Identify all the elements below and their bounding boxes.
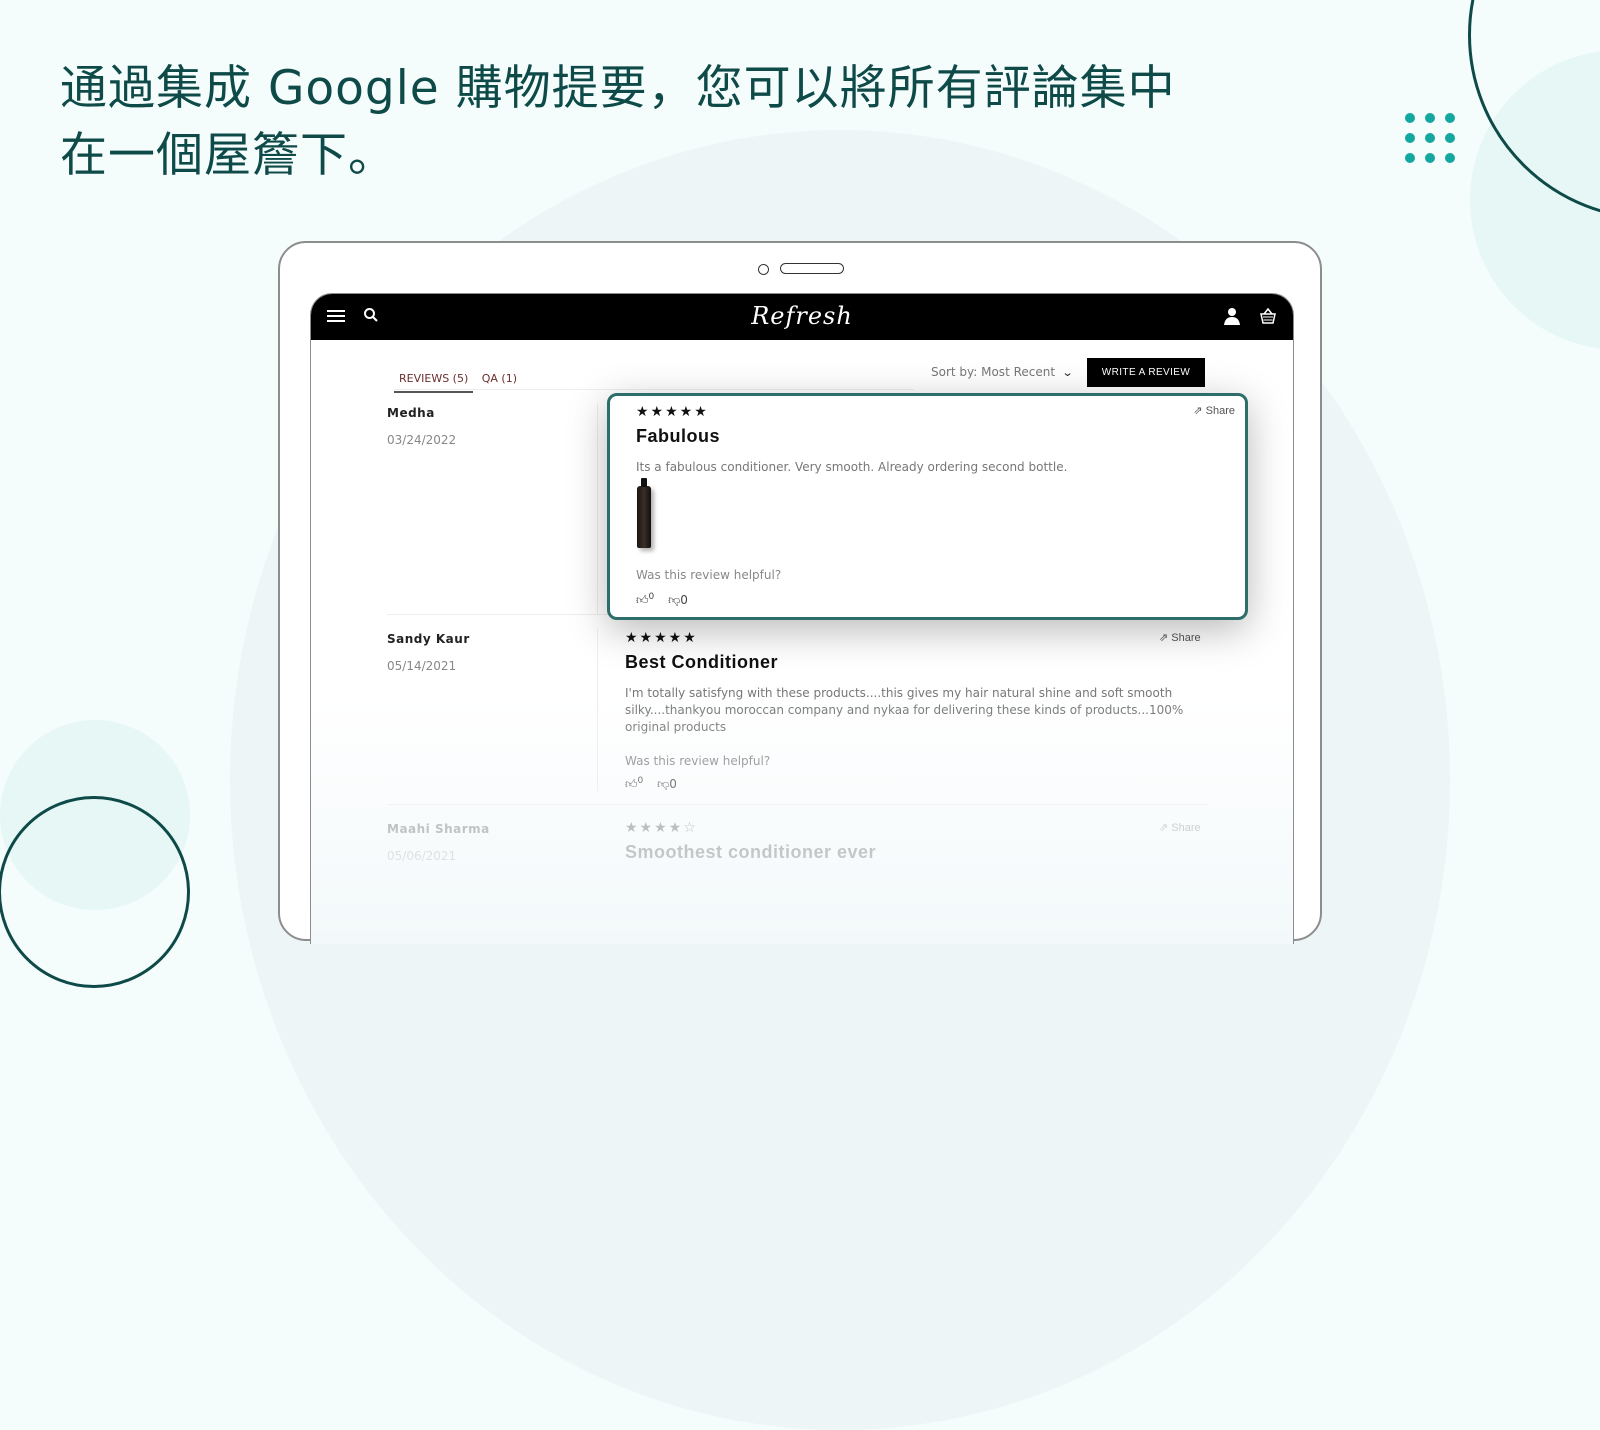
store-screen: Refresh REVIEWS (5) QA (1) Sort by: Most… [310, 293, 1294, 944]
headline: 通過集成 Google 購物提要，您可以將所有評論集中在一個屋簷下。 [60, 61, 1176, 183]
review-text: Its a fabulous conditioner. Very smooth.… [636, 460, 1068, 474]
review-date: 05/06/2021 [387, 849, 457, 863]
thumbs-up-button[interactable]: 👍︎0 [625, 776, 643, 792]
share-icon: ⇗ [1193, 405, 1206, 417]
review-author-block: Maahi Sharma 05/06/2021 [387, 822, 490, 863]
highlighted-review-card: ★★★★★ Fabulous Its a fabulous conditione… [607, 393, 1248, 620]
store-logo[interactable]: Refresh [311, 302, 1293, 330]
star-rating: ★★★★☆ [625, 820, 698, 836]
vote-controls: 👍︎0 👎︎0 [636, 592, 698, 608]
thumbs-down-button[interactable]: 👎︎0 [657, 777, 677, 792]
review-item: ★★★★★ Best Conditioner I'm totally satis… [625, 630, 1205, 792]
star-rating: ★★★★★ [636, 404, 709, 420]
downvote-count: 0 [669, 777, 677, 791]
share-button[interactable]: ⇗ Share [1159, 631, 1201, 644]
reviewer-name: Sandy Kaur [387, 632, 470, 646]
review-title: Smoothest conditioner ever [625, 842, 877, 862]
review-author-block: Medha 03/24/2022 [387, 406, 456, 447]
review-text: I'm totally satisfyng with these product… [625, 686, 1184, 734]
review-date: 03/24/2022 [387, 433, 457, 447]
share-button[interactable]: ⇗ Share [1193, 404, 1235, 417]
share-icon: ⇗ [1159, 822, 1172, 834]
camera-icon [758, 264, 769, 275]
sort-label: Sort by: Most Recent [931, 365, 1056, 379]
decor-ring [0, 796, 190, 988]
column-divider [597, 404, 598, 614]
thumbs-up-icon: 👍︎ [625, 777, 638, 791]
review-divider [387, 804, 1207, 805]
decor-dot-grid [1405, 113, 1455, 163]
reviewer-name: Maahi Sharma [387, 822, 490, 836]
thumbs-down-icon: 👎︎ [668, 593, 681, 607]
column-divider [597, 629, 598, 791]
review-title: Fabulous [636, 426, 720, 446]
thumbs-up-button[interactable]: 👍︎0 [636, 592, 654, 608]
sort-dropdown[interactable]: Sort by: Most Recent ⌄ [931, 365, 1074, 379]
helpful-prompt: Was this review helpful? [636, 568, 782, 582]
tablet-frame: Refresh REVIEWS (5) QA (1) Sort by: Most… [278, 241, 1322, 944]
store-header: Refresh [311, 294, 1293, 340]
user-icon[interactable] [1223, 307, 1241, 329]
thumbs-down-icon: 👎︎ [657, 777, 670, 791]
chevron-down-icon: ⌄ [1061, 366, 1074, 379]
tabs-divider [394, 389, 914, 390]
review-item: ★★★★☆ Smoothest conditioner ever [625, 820, 1205, 863]
share-button[interactable]: ⇗ Share [1159, 821, 1201, 834]
review-title: Best Conditioner [625, 652, 779, 672]
helpful-prompt: Was this review helpful? [625, 754, 771, 768]
basket-icon[interactable] [1259, 307, 1277, 329]
reviewer-name: Medha [387, 406, 435, 420]
review-author-block: Sandy Kaur 05/14/2021 [387, 632, 470, 673]
review-photo-thumbnail[interactable] [637, 478, 651, 548]
vote-controls: 👍︎0 👎︎0 [625, 776, 1205, 792]
star-rating: ★★★★★ [625, 630, 698, 646]
upvote-count: 0 [637, 776, 644, 786]
write-review-button[interactable]: WRITE A REVIEW [1087, 358, 1205, 387]
thumbs-down-button[interactable]: 👎︎0 [668, 593, 688, 608]
review-date: 05/14/2021 [387, 659, 457, 673]
upvote-count: 0 [648, 592, 655, 602]
thumbs-up-icon: 👍︎ [636, 593, 649, 607]
speaker-icon [780, 263, 844, 274]
share-icon: ⇗ [1159, 632, 1172, 644]
review-item: ★★★★★ Fabulous Its a fabulous conditione… [636, 404, 1067, 476]
downvote-count: 0 [680, 593, 688, 607]
